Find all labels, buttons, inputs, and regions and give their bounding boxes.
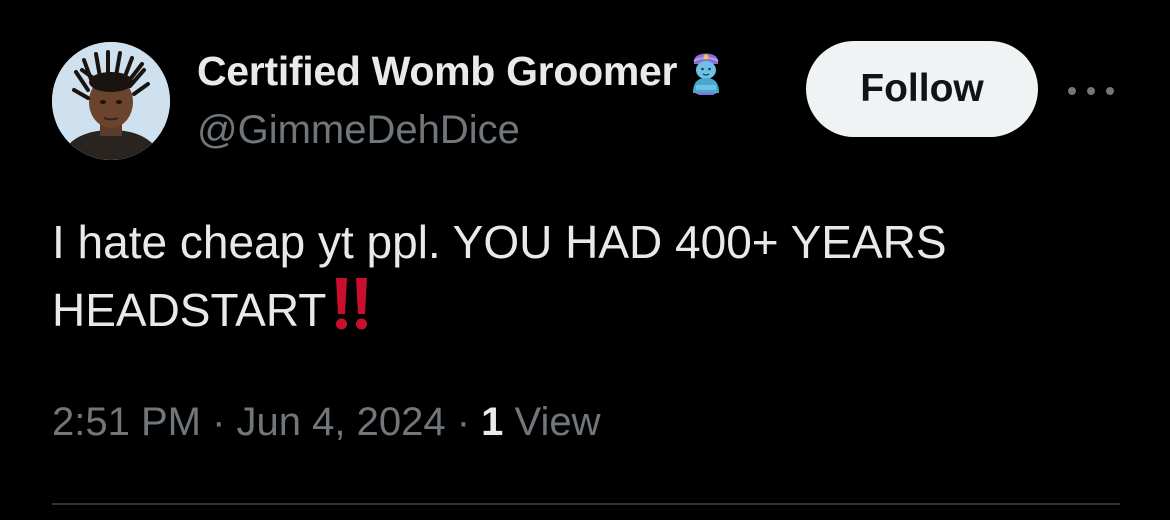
author-handle[interactable]: @GimmeDehDice (197, 108, 520, 153)
view-count: 1 (481, 400, 504, 444)
meta-separator: · (200, 400, 237, 444)
follow-button[interactable]: Follow (806, 41, 1038, 137)
more-dot (1068, 87, 1076, 95)
tweet-line-2: HEADSTART (52, 276, 1132, 350)
divider (52, 503, 1120, 505)
author-name-row: Certified Womb Groomer (197, 46, 727, 96)
double-exclamation-icon (332, 276, 372, 350)
more-dot (1087, 87, 1095, 95)
tweet-time[interactable]: 2:51 PM (52, 400, 201, 444)
tweet-body: I hate cheap yt ppl. YOU HAD 400+ YEARS … (52, 208, 1132, 350)
tweet-meta: 2:51 PM · Jun 4, 2024 · 1 View (52, 400, 600, 445)
meta-separator: · (445, 400, 482, 444)
tweet-date[interactable]: Jun 4, 2024 (237, 400, 446, 444)
view-label: View (503, 400, 601, 444)
author-display-name[interactable]: Certified Womb Groomer (197, 48, 677, 95)
tweet-line-1: I hate cheap yt ppl. YOU HAD 400+ YEARS (52, 216, 947, 268)
avatar-photo (52, 42, 170, 160)
avatar[interactable] (52, 42, 170, 160)
genie-emoji-icon (685, 47, 727, 95)
more-dot (1106, 87, 1114, 95)
tweet-line-2-text: HEADSTART (52, 284, 327, 336)
more-options-icon[interactable] (1068, 76, 1114, 106)
